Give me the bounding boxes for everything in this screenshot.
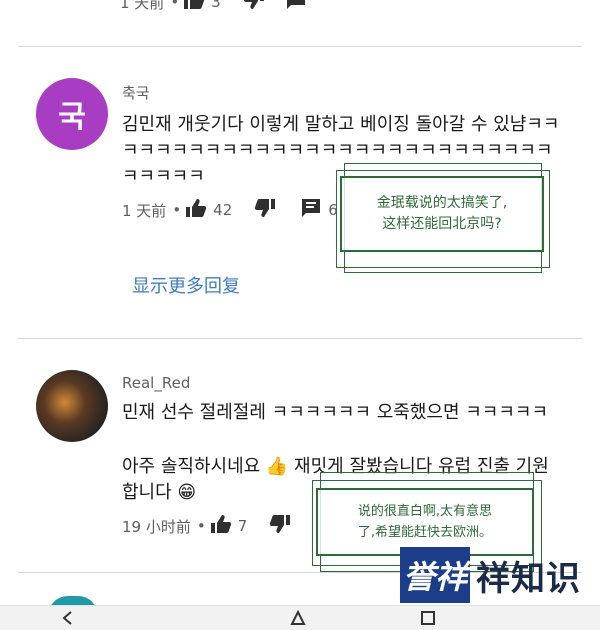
- divider: [18, 338, 582, 339]
- thumbs-up-icon[interactable]: [183, 0, 205, 14]
- avatar-letter: 국: [58, 100, 86, 135]
- reply-icon[interactable]: [300, 198, 322, 222]
- watermark-logo: 誉祥 祥知识: [400, 544, 600, 606]
- annotation-line: 这样还能回北京吗?: [382, 216, 502, 232]
- comment-time: 19 小时前: [122, 517, 191, 536]
- comment-username[interactable]: Real_Red: [122, 374, 190, 392]
- like-count: 42: [213, 201, 233, 219]
- annotation-line: 金珉载说的太搞笑了,: [376, 195, 508, 211]
- thumbs-up-icon[interactable]: [210, 514, 232, 538]
- comment-username[interactable]: 축국: [122, 82, 150, 103]
- back-icon[interactable]: [60, 610, 76, 630]
- translation-annotation: 金珉载说的太搞笑了, 这样还能回北京吗?: [340, 176, 544, 252]
- system-navigation-bar: [0, 605, 600, 630]
- thumbs-down-icon[interactable]: [269, 514, 291, 538]
- reply-icon[interactable]: [285, 0, 307, 14]
- divider: [18, 46, 582, 47]
- avatar[interactable]: 국: [36, 78, 108, 150]
- logo-mark: 誉祥: [400, 547, 470, 603]
- like-count: 3: [211, 0, 221, 11]
- logo-text: 祥知识: [476, 558, 581, 599]
- comment-actions: 19 小时前 • 7: [122, 512, 291, 540]
- annotation-line: 了,希望能赶快去欧洲。: [357, 525, 493, 540]
- thumbs-down-icon[interactable]: [254, 198, 276, 222]
- like-count: 7: [237, 517, 248, 535]
- comment-time: 1 天前: [120, 0, 165, 12]
- thumbs-down-icon[interactable]: [243, 0, 265, 14]
- home-icon[interactable]: [290, 609, 306, 630]
- show-more-replies-link[interactable]: 显示更多回复: [132, 272, 240, 298]
- thumbs-up-icon[interactable]: [185, 198, 207, 222]
- comment-text: 민재 선수 절레절레 ㅋㅋㅋㅋㅋㅋ 오죽했으면 ㅋㅋㅋㅋㅋ: [122, 402, 549, 423]
- comment-time: 1 天前: [122, 201, 167, 220]
- top-comment-actions: 1 天前 • 3: [120, 0, 307, 16]
- reply-count: 6: [328, 201, 338, 219]
- avatar[interactable]: [36, 370, 108, 442]
- annotation-line: 说的很直白啊,太有意思: [357, 504, 493, 519]
- comment-actions: 1 天前 • 42 6: [122, 196, 360, 224]
- recent-apps-icon[interactable]: [420, 610, 436, 630]
